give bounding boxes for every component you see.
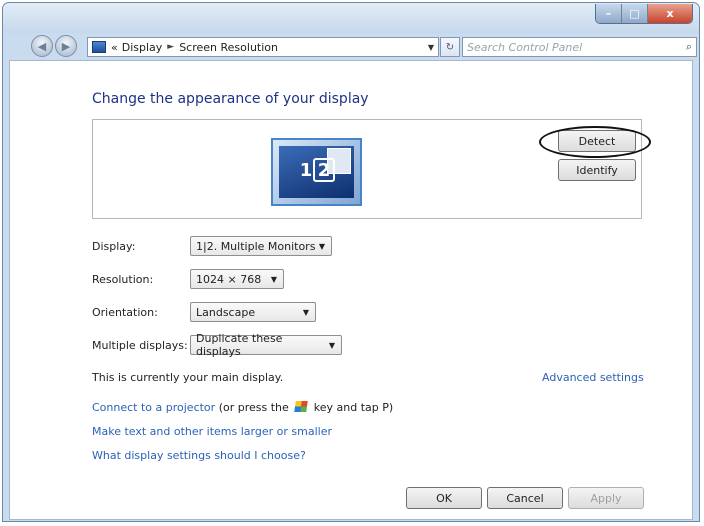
- minimize-button[interactable]: –: [596, 4, 622, 23]
- apply-button[interactable]: Apply: [568, 487, 644, 509]
- refresh-button[interactable]: ↻: [440, 37, 460, 57]
- chevron-down-icon: ▼: [302, 307, 309, 317]
- resolution-select-value: 1024 × 768: [196, 272, 262, 286]
- advanced-settings-link[interactable]: Advanced settings: [542, 371, 644, 384]
- forward-arrow-icon: ▶: [61, 39, 71, 53]
- text-size-link[interactable]: Make text and other items larger or smal…: [92, 425, 332, 438]
- resolution-select[interactable]: 1024 × 768 ▼: [190, 269, 284, 289]
- breadcrumb-overflow[interactable]: «: [111, 41, 118, 54]
- close-icon: x: [666, 7, 674, 20]
- orientation-select-value: Landscape: [196, 305, 256, 319]
- multiple-displays-label: Multiple displays:: [92, 339, 188, 352]
- forward-button[interactable]: ▶: [55, 35, 77, 57]
- display-select[interactable]: 1|2. Multiple Monitors ▼: [190, 236, 332, 256]
- projector-hint-after: key and tap P): [313, 401, 394, 414]
- display-label: Display:: [92, 240, 136, 253]
- title-bar: – □ x: [3, 3, 699, 33]
- minimize-icon: –: [605, 7, 612, 20]
- connect-projector-link[interactable]: Connect to a projector: [92, 401, 215, 414]
- monitor-number-2: 2: [313, 158, 335, 182]
- resolution-label: Resolution:: [92, 273, 154, 286]
- content-pane: Change the appearance of your display 1 …: [9, 60, 693, 520]
- display-preview: 1 2 Detect Identify: [92, 119, 651, 219]
- identify-button[interactable]: Identify: [558, 159, 636, 181]
- display-select-value: 1|2. Multiple Monitors: [196, 239, 316, 253]
- main-display-status: This is currently your main display.: [92, 371, 284, 384]
- breadcrumb-display[interactable]: Display: [122, 41, 163, 54]
- navigation-bar: ◀ ▶ « Display ► Screen Resolution ▼ ↻ ⌕: [3, 33, 699, 59]
- search-input[interactable]: [467, 40, 667, 54]
- back-button[interactable]: ◀: [31, 35, 53, 57]
- multiple-displays-select[interactable]: Duplicate these displays ▼: [190, 332, 342, 358]
- back-arrow-icon: ◀: [37, 39, 47, 53]
- detect-highlight-ellipse: [539, 126, 651, 158]
- control-panel-icon: [92, 41, 106, 53]
- monitor-icon[interactable]: 1 2: [271, 138, 362, 206]
- window-controls: – □ x: [595, 4, 693, 24]
- ok-button[interactable]: OK: [406, 487, 482, 509]
- address-dropdown-icon[interactable]: ▼: [428, 43, 434, 52]
- page-title: Change the appearance of your display: [92, 91, 369, 107]
- projector-hint-before: (or press the: [218, 401, 289, 414]
- breadcrumb-separator-icon[interactable]: ►: [167, 42, 174, 52]
- chevron-down-icon: ▼: [318, 241, 325, 251]
- chevron-down-icon: ▼: [270, 274, 277, 284]
- control-panel-window: – □ x ◀ ▶ « Display ► Screen Resolution …: [2, 2, 700, 522]
- search-icon[interactable]: ⌕: [686, 40, 692, 54]
- maximize-button[interactable]: □: [622, 4, 648, 23]
- orientation-select[interactable]: Landscape ▼: [190, 302, 316, 322]
- maximize-icon: □: [629, 7, 640, 20]
- multiple-displays-select-value: Duplicate these displays: [196, 332, 283, 358]
- chevron-down-icon: ▼: [328, 340, 335, 350]
- breadcrumb-screen-resolution[interactable]: Screen Resolution: [179, 41, 278, 54]
- search-box: ⌕: [462, 37, 697, 57]
- address-bar[interactable]: « Display ► Screen Resolution ▼: [87, 37, 439, 57]
- projector-line: Connect to a projector (or press the key…: [92, 401, 393, 414]
- windows-logo-icon: [294, 401, 309, 412]
- refresh-icon: ↻: [445, 41, 455, 53]
- cancel-button[interactable]: Cancel: [487, 487, 563, 509]
- close-button[interactable]: x: [648, 4, 692, 23]
- orientation-label: Orientation:: [92, 306, 158, 319]
- settings-help-link[interactable]: What display settings should I choose?: [92, 449, 306, 462]
